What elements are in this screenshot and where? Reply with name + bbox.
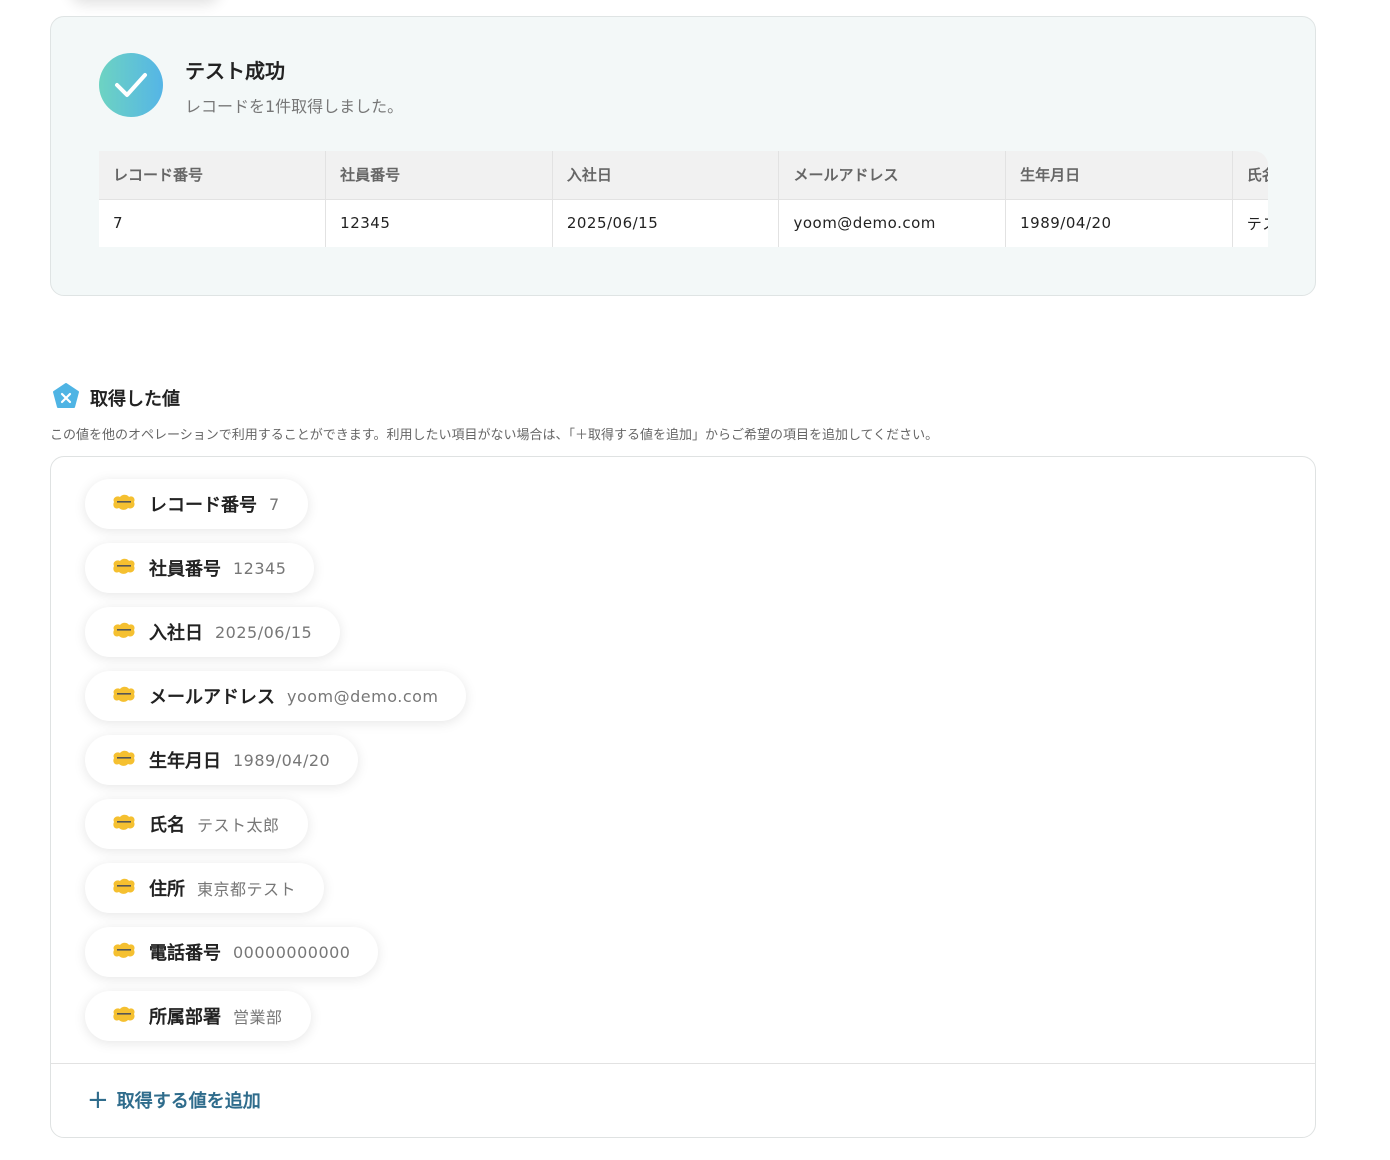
- value-key: メールアドレス: [149, 687, 275, 708]
- add-value-button[interactable]: + 取得する値を追加: [87, 1087, 261, 1113]
- kintone-icon: [111, 557, 137, 579]
- value-text: 東京都テスト: [197, 880, 297, 899]
- value-pill[interactable]: メールアドレス yoom@demo.com: [85, 671, 467, 721]
- column-header: レコード番号: [99, 151, 326, 200]
- result-subtitle: レコードを1件取得しました。: [185, 97, 404, 116]
- value-pill[interactable]: 氏名 テスト太郎: [85, 799, 308, 849]
- section-title: 取得した値: [90, 389, 180, 410]
- divider: [51, 1063, 1315, 1064]
- kintone-icon: [111, 685, 137, 707]
- kintone-icon: [111, 813, 137, 835]
- test-result-panel: テスト成功 レコードを1件取得しました。 レコード番号 社員番号 入社日 メール…: [50, 16, 1316, 296]
- value-pill[interactable]: 生年月日 1989/04/20: [85, 735, 359, 785]
- value-text: 1989/04/20: [233, 750, 331, 770]
- table-row: 7 12345 2025/06/15 yoom@demo.com 1989/04…: [99, 199, 1268, 247]
- column-header: 社員番号: [325, 151, 553, 200]
- kintone-icon: [111, 749, 137, 771]
- value-pill[interactable]: 社員番号 12345: [85, 543, 315, 593]
- value-key: 入社日: [149, 623, 203, 644]
- value-text: 2025/06/15: [215, 622, 313, 642]
- kintone-icon: [111, 493, 137, 515]
- table-cell: テスト太郎: [1231, 199, 1268, 247]
- column-header: 入社日: [551, 151, 779, 200]
- value-text: 00000000000: [233, 942, 351, 962]
- value-text: 7: [269, 494, 280, 514]
- value-key: 氏名: [149, 815, 185, 836]
- table-cell: 12345: [325, 199, 553, 247]
- value-text: 12345: [233, 558, 287, 578]
- value-key: 生年月日: [149, 751, 221, 772]
- result-table: レコード番号 社員番号 入社日 メールアドレス 生年月日 氏名 7 12345 …: [99, 151, 1268, 247]
- value-text: テスト太郎: [197, 816, 280, 835]
- table-cell: 2025/06/15: [551, 199, 779, 247]
- value-key: レコード番号: [149, 495, 257, 516]
- value-pill[interactable]: 電話番号 00000000000: [85, 927, 379, 977]
- value-key: 社員番号: [149, 559, 221, 580]
- column-header: 生年月日: [1005, 151, 1233, 200]
- value-key: 住所: [149, 879, 185, 900]
- column-header: メールアドレス: [778, 151, 1006, 200]
- section-description: この値を他のオペレーションで利用することができます。利用したい項目がない場合は、…: [50, 428, 939, 443]
- table-cell: 7: [99, 199, 326, 247]
- plus-icon: +: [87, 1085, 109, 1115]
- values-box: レコード番号 7 社員番号 12345 入社日 2025/06/15 メールアドレス yoom…: [50, 456, 1316, 1138]
- kintone-icon: [111, 621, 137, 643]
- result-title: テスト成功: [185, 59, 285, 83]
- kintone-icon: [111, 1005, 137, 1027]
- column-header: 氏名: [1231, 151, 1268, 200]
- value-text: yoom@demo.com: [287, 686, 439, 706]
- value-pill[interactable]: 住所 東京都テスト: [85, 863, 325, 913]
- value-key: 所属部署: [149, 1007, 221, 1028]
- kintone-icon: [111, 941, 137, 963]
- table-header-row: レコード番号 社員番号 入社日 メールアドレス 生年月日 氏名: [99, 151, 1268, 200]
- value-text: 営業部: [233, 1008, 283, 1027]
- value-pill[interactable]: レコード番号 7: [85, 479, 308, 529]
- table-cell: 1989/04/20: [1005, 199, 1233, 247]
- value-key: 電話番号: [149, 943, 221, 964]
- value-pill[interactable]: 所属部署 営業部: [85, 991, 311, 1041]
- variable-pentagon-icon: [52, 382, 80, 414]
- kintone-icon: [111, 877, 137, 899]
- table-cell: yoom@demo.com: [778, 199, 1006, 247]
- section-header: 取得した値: [52, 382, 180, 414]
- add-value-label: 取得する値を追加: [116, 1091, 261, 1112]
- result-table-scroll[interactable]: レコード番号 社員番号 入社日 メールアドレス 生年月日 氏名 7 12345 …: [99, 151, 1268, 247]
- value-pill[interactable]: 入社日 2025/06/15: [85, 607, 341, 657]
- success-check-icon: [99, 53, 163, 117]
